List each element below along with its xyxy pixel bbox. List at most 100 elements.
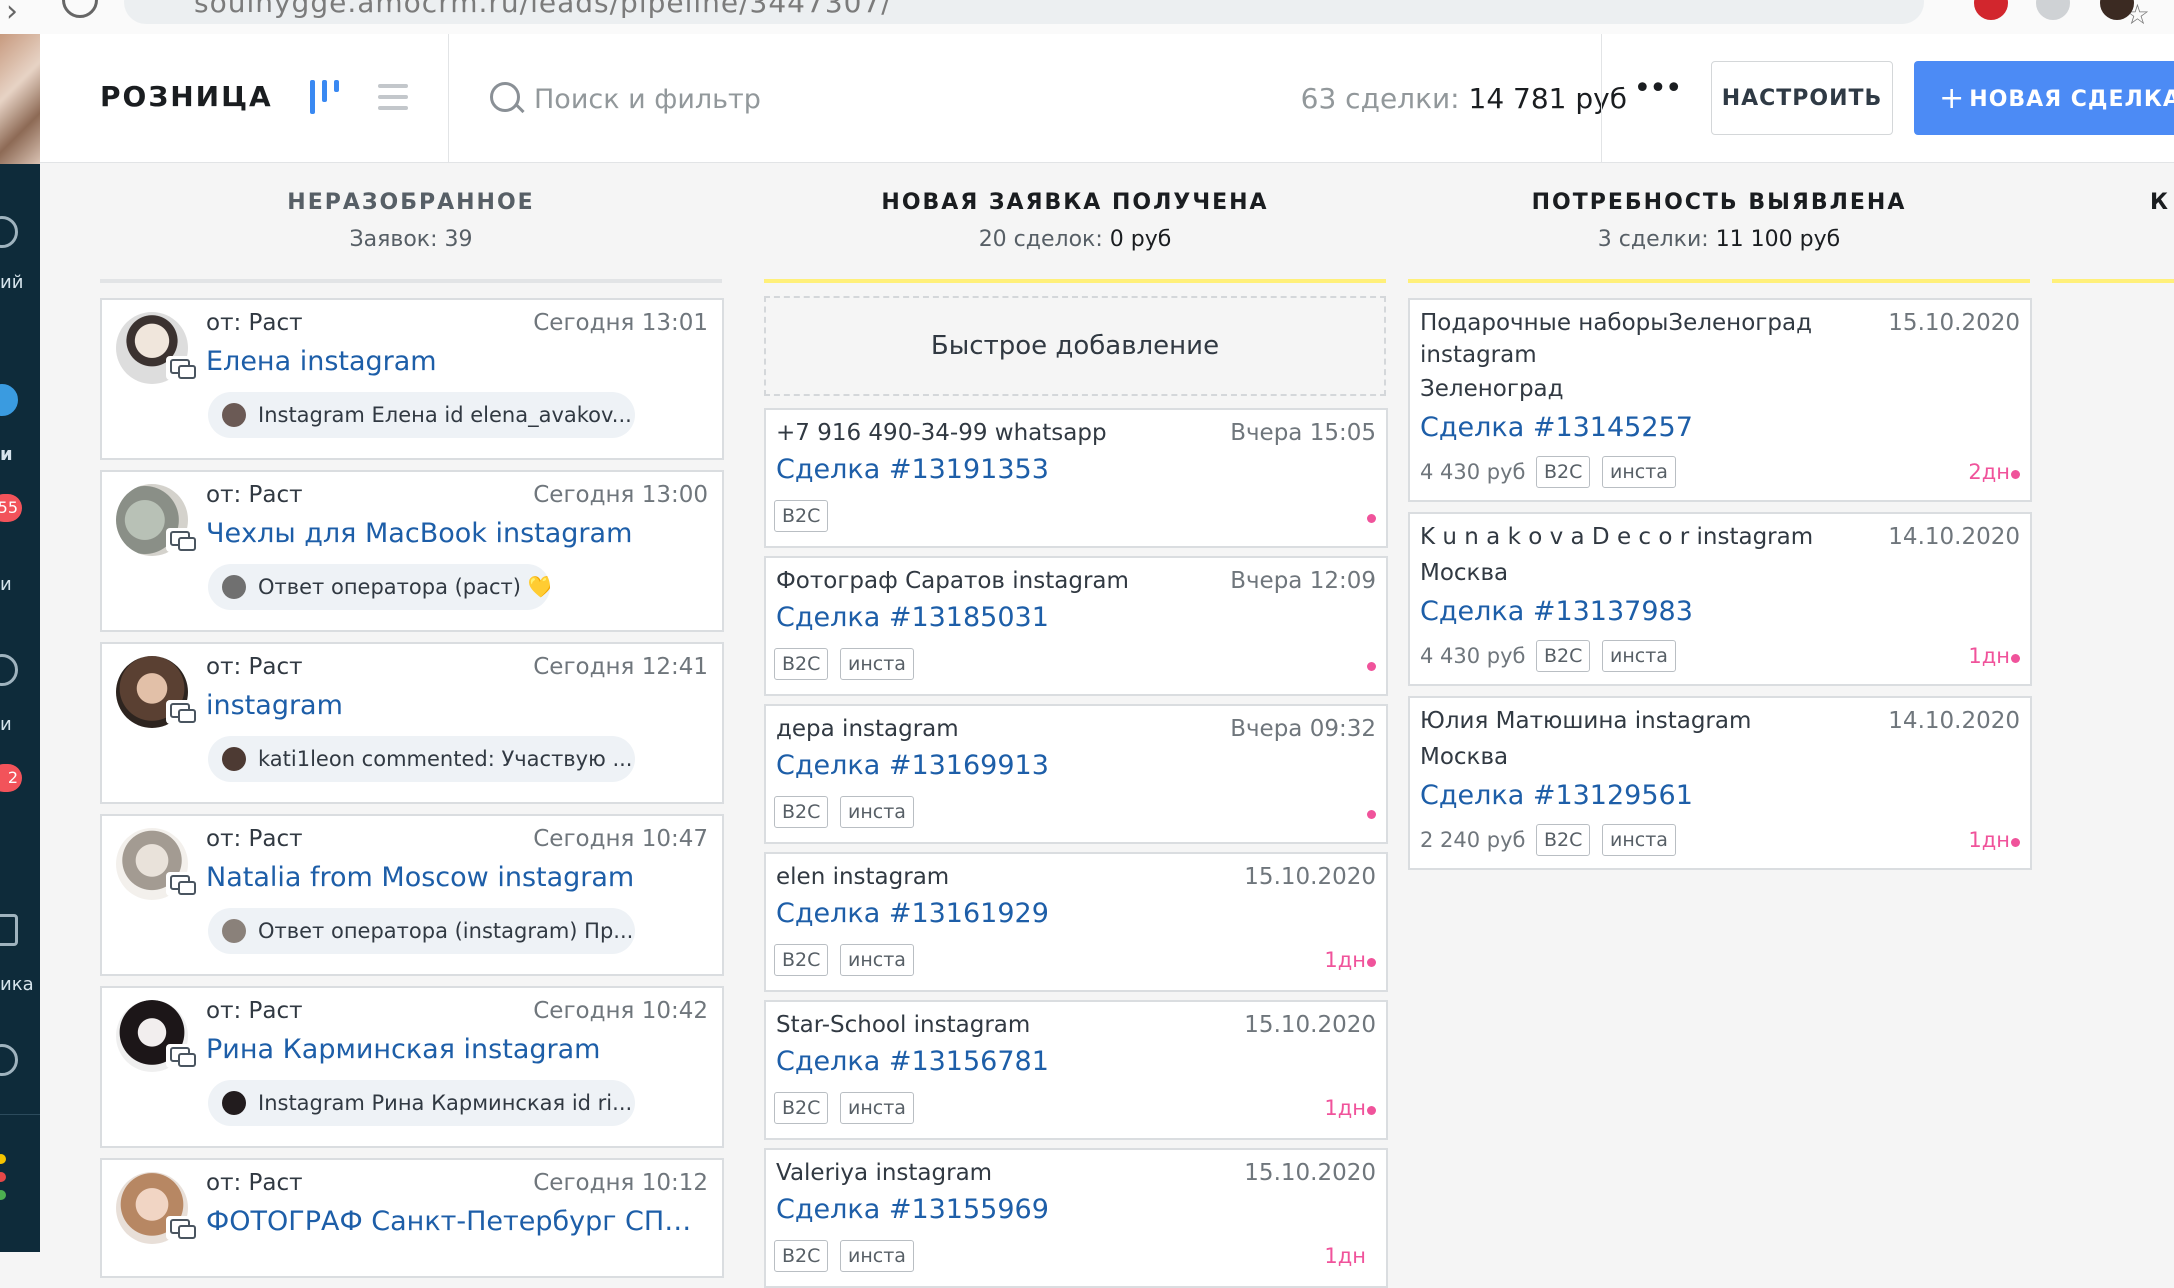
sidebar-label-1[interactable]: ий — [0, 272, 23, 293]
sidebar-label-3[interactable]: и — [0, 574, 12, 595]
lead-name[interactable]: Елена instagram — [206, 346, 437, 377]
tag[interactable]: инста — [1602, 456, 1676, 488]
forward-icon[interactable]: › — [6, 0, 18, 29]
sidebar-label-2[interactable]: и — [0, 444, 13, 465]
tag[interactable]: инста — [840, 648, 914, 680]
deal-card[interactable]: +7 916 490-34-99 whatsapp Вчера 15:05 Сд… — [764, 408, 1388, 548]
tag[interactable]: B2C — [774, 1092, 829, 1124]
deal-link[interactable]: Сделка #13129561 — [1420, 780, 1693, 811]
last-message[interactable]: Ответ оператора (раcт) 💛 — [208, 564, 550, 610]
lead-card[interactable]: от: Раст Сегодня 13:00 Чехлы для MacBook… — [100, 470, 724, 632]
settings-icon[interactable] — [0, 1044, 18, 1076]
deal-card[interactable]: Фотограф Саратов instagram Вчера 12:09 С… — [764, 556, 1388, 696]
lead-name[interactable]: Рина Карминская instagram — [206, 1034, 600, 1065]
deal-link[interactable]: Сделка #13145257 — [1420, 412, 1693, 443]
status-dot — [1367, 662, 1376, 671]
deal-card[interactable]: Юлия Матюшина instagram 14.10.2020 Москв… — [1408, 696, 2032, 870]
lead-source: от: Раст — [206, 826, 303, 852]
deal-link[interactable]: Сделка #13169913 — [776, 750, 1049, 781]
sidebar-label-4[interactable]: и — [0, 714, 12, 735]
deal-card[interactable]: Star-School instagram 15.10.2020 Сделка … — [764, 1000, 1388, 1140]
last-message[interactable]: kati1leon commented: Участвую ... — [208, 736, 635, 782]
tag[interactable]: B2C — [1536, 640, 1591, 672]
column-header-new-request: НОВАЯ ЗАЯВКА ПОЛУЧЕНА 20 сделок: 0 руб — [764, 190, 1386, 252]
deal-title: elen instagram — [776, 864, 950, 890]
days-ago: 2дн — [1968, 460, 2010, 484]
tag[interactable]: инста — [1602, 824, 1676, 856]
new-deal-button[interactable]: + НОВАЯ СДЕЛКА — [1914, 61, 2174, 135]
tag[interactable]: B2C — [774, 500, 829, 532]
leads-icon[interactable] — [0, 384, 18, 416]
browser-toolbar: › soulhygge.amocrm.ru/leads/pipeline/344… — [0, 0, 2174, 35]
stats-icon[interactable] — [0, 914, 18, 946]
reload-icon[interactable] — [62, 0, 98, 18]
days-ago: 1дн — [1968, 644, 2010, 668]
sidebar-label-5[interactable]: ика — [0, 974, 34, 995]
setup-button[interactable]: НАСТРОИТЬ — [1711, 61, 1893, 135]
lead-name[interactable]: instagram — [206, 690, 343, 721]
last-message[interactable]: Instagram Рина Карминская id ri... — [208, 1080, 635, 1126]
deal-card[interactable]: Valeriya instagram 15.10.2020 Сделка #13… — [764, 1148, 1388, 1288]
extension-icon[interactable] — [1974, 0, 2008, 20]
deal-card[interactable]: K u n a k o v a D e c o r instagram 14.1… — [1408, 512, 2032, 686]
deal-title: +7 916 490-34-99 whatsapp — [776, 420, 1107, 446]
column-title[interactable]: ПОТРЕБНОСТЬ ВЫЯВЛЕНА — [1408, 190, 2030, 215]
tag[interactable]: инста — [840, 944, 914, 976]
tag[interactable]: инста — [840, 1240, 914, 1272]
status-dot-green — [0, 1190, 6, 1200]
tag[interactable]: B2C — [774, 944, 829, 976]
deal-date: Вчера 12:09 — [1230, 568, 1376, 594]
lead-card[interactable]: от: Раст Сегодня 13:01 Елена instagram I… — [100, 298, 724, 460]
lead-card[interactable]: от: Раст Сегодня 10:42 Рина Карминская i… — [100, 986, 724, 1148]
deal-title: Star-School instagram — [776, 1012, 1031, 1038]
deal-card[interactable]: Подарочные наборыЗеленоград instagram 15… — [1408, 298, 2032, 502]
lead-card[interactable]: от: Раст Сегодня 10:47 Natalia from Mosc… — [100, 814, 724, 976]
lead-card[interactable]: от: Раст Сегодня 12:41 instagram kati1le… — [100, 642, 724, 804]
chat-icon — [166, 356, 196, 380]
tag[interactable]: инста — [840, 1092, 914, 1124]
lead-time: Сегодня 10:47 — [533, 826, 708, 852]
deal-date: 14.10.2020 — [1888, 524, 2020, 550]
deal-link[interactable]: Сделка #13156781 — [776, 1046, 1049, 1077]
deal-link[interactable]: Сделка #13191353 — [776, 454, 1049, 485]
dashboard-icon[interactable] — [0, 216, 18, 248]
last-message[interactable]: Instagram Елена id elena_avakov... — [208, 392, 635, 438]
pipeline-view-icon[interactable] — [310, 80, 346, 114]
address-bar[interactable]: soulhygge.amocrm.ru/leads/pipeline/34473… — [124, 0, 1924, 24]
tag[interactable]: B2C — [774, 648, 829, 680]
lead-card[interactable]: от: Раст Сегодня 10:12 ФОТОГРАФ Санкт-Пе… — [100, 1158, 724, 1278]
puzzle-icon[interactable] — [2036, 0, 2070, 20]
list-view-icon[interactable] — [378, 82, 408, 112]
deal-card[interactable]: elen instagram 15.10.2020 Сделка #131619… — [764, 852, 1388, 992]
column-title[interactable]: НОВАЯ ЗАЯВКА ПОЛУЧЕНА — [764, 190, 1386, 215]
tag[interactable]: B2C — [774, 1240, 829, 1272]
column-title[interactable]: НЕРАЗОБРАННОЕ — [100, 190, 722, 215]
search-filter-input[interactable] — [532, 70, 1176, 128]
deal-card[interactable]: дера instagram Вчера 09:32 Сделка #13169… — [764, 704, 1388, 844]
tag[interactable]: B2C — [1536, 456, 1591, 488]
tag[interactable]: B2C — [774, 796, 829, 828]
deal-link[interactable]: Сделка #13155969 — [776, 1194, 1049, 1225]
tag[interactable]: инста — [840, 796, 914, 828]
more-options-button[interactable]: ••• — [1632, 74, 1682, 118]
pipeline-title[interactable]: РОЗНИЦА — [100, 80, 273, 113]
tag[interactable]: B2C — [1536, 824, 1591, 856]
status-dot — [2011, 654, 2020, 663]
lead-name[interactable]: Natalia from Moscow instagram — [206, 862, 634, 893]
deal-link[interactable]: Сделка #13185031 — [776, 602, 1049, 633]
column-subtitle: 3 сделки: 11 100 руб — [1408, 227, 2030, 252]
deal-link[interactable]: Сделка #13161929 — [776, 898, 1049, 929]
tasks-icon[interactable] — [0, 654, 18, 686]
chat-icon — [166, 700, 196, 724]
deal-link[interactable]: Сделка #13137983 — [1420, 596, 1693, 627]
quick-add-button[interactable]: Быстрое добавление — [764, 296, 1386, 396]
lead-name[interactable]: ФОТОГРАФ Санкт-Петербург СПб in... — [206, 1206, 706, 1237]
lead-name[interactable]: Чехлы для MacBook instagram — [206, 518, 632, 549]
deal-date: 15.10.2020 — [1888, 310, 2020, 336]
user-avatar[interactable] — [0, 34, 40, 164]
status-dot-red — [0, 1172, 6, 1182]
tag[interactable]: инста — [1602, 640, 1676, 672]
column-title[interactable]: К — [2150, 190, 2174, 215]
deal-date: 15.10.2020 — [1244, 1012, 1376, 1038]
last-message[interactable]: Ответ оператора (instagram) Пр... — [208, 908, 635, 954]
